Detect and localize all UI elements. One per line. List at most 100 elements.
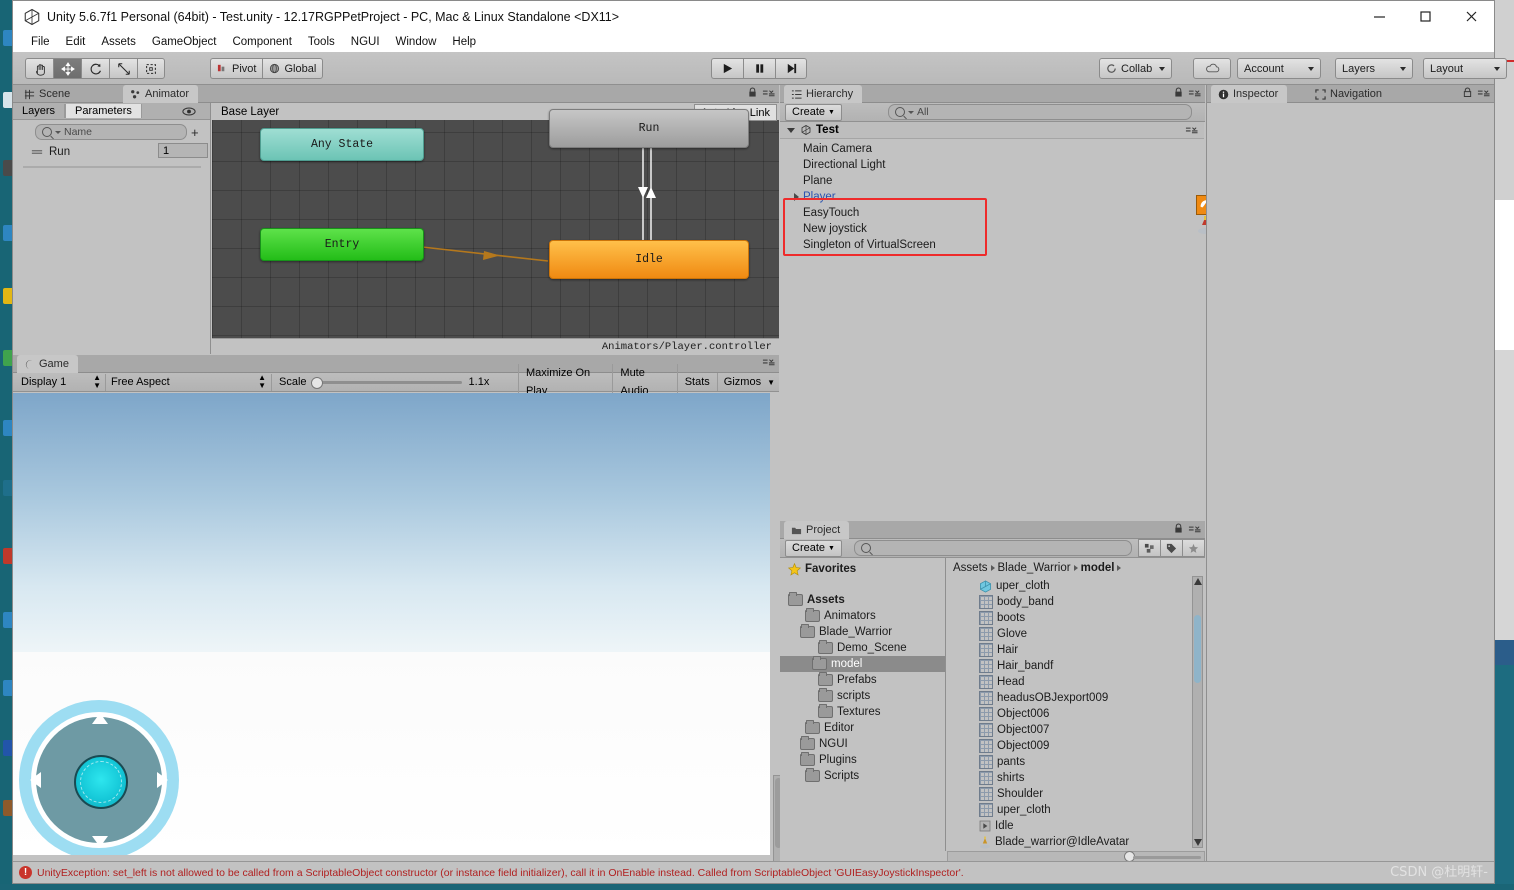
menu-gameobject[interactable]: GameObject (144, 34, 225, 50)
project-favorites-row[interactable]: Favorites (784, 561, 856, 577)
project-tree-prefabs[interactable]: Prefabs (818, 672, 877, 688)
joystick-knob[interactable] (74, 755, 128, 809)
asset-item-pants[interactable]: pants (979, 754, 1025, 770)
scrollbar-thumb[interactable] (1194, 615, 1201, 683)
subtab-layers[interactable]: Layers (13, 104, 66, 118)
menu-help[interactable]: Help (444, 34, 484, 50)
maximize-button[interactable] (1402, 1, 1448, 32)
parameter-row[interactable]: Run (31, 143, 70, 160)
breadcrumb-model[interactable]: model (1081, 562, 1115, 574)
menu-tools[interactable]: Tools (300, 34, 343, 50)
twirl-right-icon[interactable] (794, 193, 799, 201)
animator-panel-options[interactable] (748, 87, 775, 98)
menu-window[interactable]: Window (388, 34, 445, 50)
tab-scene[interactable]: Scene (17, 85, 79, 103)
hierarchy-item-directional-light[interactable]: Directional Light (803, 157, 885, 173)
chevron-down-icon[interactable]: ▼ (767, 378, 775, 387)
game-render-view[interactable] (13, 393, 770, 855)
asset-item-hair-bandf[interactable]: Hair_bandf (979, 658, 1053, 674)
pause-button[interactable] (743, 58, 775, 79)
hierarchy-item-easytouch[interactable]: EasyTouch (803, 205, 859, 221)
asset-item-head[interactable]: Head (979, 674, 1025, 690)
state-node-run[interactable]: Run (549, 109, 749, 148)
asset-item-hair[interactable]: Hair (979, 642, 1018, 658)
project-tree-scripts-upper[interactable]: Scripts (805, 768, 859, 784)
tab-project[interactable]: Project (784, 521, 850, 539)
state-node-idle[interactable]: Idle (549, 240, 749, 279)
hierarchy-create-button[interactable]: Create ▼ (785, 103, 842, 121)
asset-item-boots[interactable]: boots (979, 610, 1025, 626)
asset-item-object007[interactable]: Object007 (979, 722, 1049, 738)
rotate-tool-button[interactable] (81, 58, 109, 79)
tab-hierarchy[interactable]: Hierarchy (784, 85, 863, 103)
project-tree-ngui[interactable]: NGUI (796, 736, 848, 752)
base-layer-label[interactable]: Base Layer (212, 103, 294, 120)
hierarchy-search-input[interactable]: All (887, 104, 1192, 120)
project-tree-animators[interactable]: Animators (805, 608, 876, 624)
filter-type-button[interactable] (1138, 539, 1161, 557)
collab-button[interactable]: Collab (1099, 58, 1173, 79)
asset-item-uper-cloth-prefab[interactable]: uper_cloth (979, 578, 1050, 594)
breadcrumb-blade-warrior[interactable]: Blade_Warrior (998, 562, 1071, 574)
minimize-button[interactable] (1356, 1, 1402, 32)
step-button[interactable] (775, 58, 807, 79)
project-tree-model[interactable]: model (780, 656, 945, 672)
project-tree-assets[interactable]: Assets (784, 592, 845, 608)
pivot-toggle[interactable]: Pivot (210, 58, 263, 79)
filter-label-button[interactable] (1161, 539, 1183, 557)
virtual-joystick[interactable] (19, 700, 179, 855)
project-panel-options[interactable] (1174, 523, 1201, 534)
hierarchy-item-new-joystick[interactable]: New joystick (803, 221, 867, 237)
asset-item-shirts[interactable]: shirts (979, 770, 1024, 786)
project-tree-textures[interactable]: Textures (818, 704, 880, 720)
layers-button[interactable]: Layers (1335, 58, 1413, 79)
tab-animator[interactable]: Animator (123, 85, 199, 103)
cloud-button[interactable] (1193, 58, 1231, 79)
layout-button[interactable]: Layout (1423, 58, 1507, 79)
asset-item-headusobjexport009[interactable]: headusOBJexport009 (979, 690, 1108, 706)
asset-item-body-band[interactable]: body_band (979, 594, 1054, 610)
animator-state-canvas[interactable]: Base Layer Auto Live Link Any State Run (212, 103, 779, 354)
scene-root-row[interactable]: Test (780, 122, 1204, 139)
menu-ngui[interactable]: NGUI (343, 34, 388, 50)
scale-slider-track[interactable] (310, 376, 462, 389)
scale-tool-button[interactable] (109, 58, 137, 79)
asset-item-uper-cloth-mesh[interactable]: uper_cloth (979, 802, 1051, 818)
inspector-panel-options[interactable] (1463, 87, 1490, 98)
hierarchy-panel-options[interactable] (1174, 87, 1201, 98)
close-button[interactable] (1448, 1, 1494, 32)
global-toggle[interactable]: Global (262, 58, 324, 79)
menu-file[interactable]: File (23, 34, 58, 50)
project-tree-scripts-lower[interactable]: scripts (818, 688, 870, 704)
display-dropdown[interactable]: Display 1 ▲ ▼ (17, 373, 106, 391)
asset-item-idle[interactable]: Idle (979, 818, 1014, 834)
asset-item-shoulder[interactable]: Shoulder (979, 786, 1043, 802)
hierarchy-item-singleton-virtualscreen[interactable]: Singleton of VirtualScreen (803, 237, 936, 253)
stats-toggle[interactable]: Stats (678, 373, 718, 391)
project-tree-plugins[interactable]: Plugins (796, 752, 857, 768)
hierarchy-item-player[interactable]: Player (794, 189, 836, 205)
project-tree-editor[interactable]: Editor (805, 720, 854, 736)
hand-tool-button[interactable] (25, 58, 53, 79)
asset-item-blade-warrior-idleavatar[interactable]: Blade_warrior@IdleAvatar (979, 834, 1129, 850)
move-tool-button[interactable] (53, 58, 81, 79)
asset-item-object009[interactable]: Object009 (979, 738, 1049, 754)
gizmos-dropdown[interactable]: Gizmos (718, 373, 767, 391)
subtab-parameters[interactable]: Parameters (65, 104, 142, 118)
breadcrumb-assets[interactable]: Assets (953, 562, 988, 574)
hierarchy-item-plane[interactable]: Plane (803, 173, 832, 189)
state-node-entry[interactable]: Entry (260, 228, 424, 261)
scene-menu-icon[interactable] (1185, 125, 1198, 135)
aspect-dropdown[interactable]: Free Aspect ▲ ▼ (106, 373, 272, 391)
tab-game[interactable]: Game (17, 355, 78, 373)
project-search-input[interactable] (853, 540, 1132, 556)
game-panel-options[interactable] (762, 357, 775, 367)
menu-edit[interactable]: Edit (58, 34, 94, 50)
hierarchy-item-main-camera[interactable]: Main Camera (803, 141, 872, 157)
scale-slider-thumb[interactable] (310, 376, 323, 389)
rect-tool-button[interactable] (137, 58, 165, 79)
project-tree-demo-scene[interactable]: Demo_Scene (818, 640, 907, 656)
asset-item-object006[interactable]: Object006 (979, 706, 1049, 722)
asset-item-glove[interactable]: Glove (979, 626, 1027, 642)
twirl-down-icon[interactable] (787, 127, 795, 133)
